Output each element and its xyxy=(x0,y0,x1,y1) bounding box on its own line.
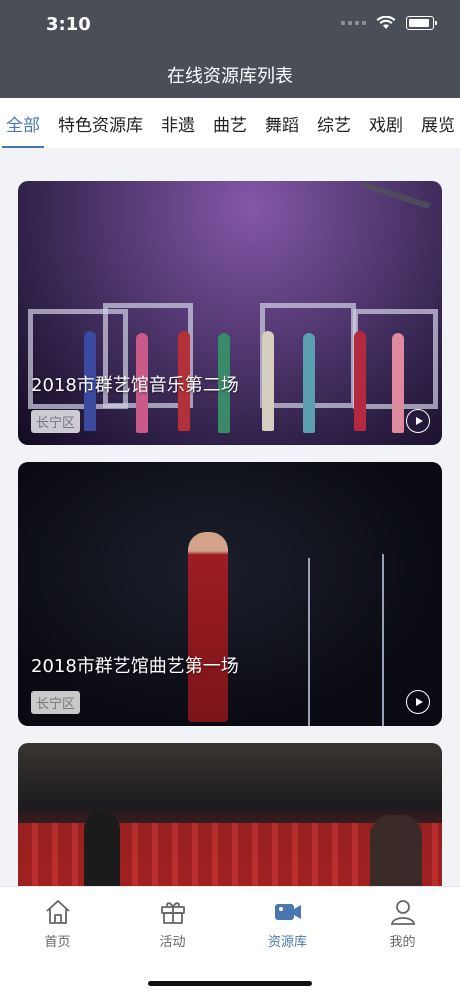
nav-resource-library-label: 资源库 xyxy=(267,935,307,950)
tab-intangible-heritage[interactable]: 非遗 xyxy=(161,111,195,136)
nav-home-label: 首页 xyxy=(44,935,71,950)
bottom-nav: 首页 活动 资源库 我的 xyxy=(0,886,460,961)
wifi-icon xyxy=(376,16,396,29)
card-title: 2018市群艺馆曲艺第一场 xyxy=(31,656,239,677)
home-icon xyxy=(45,900,70,924)
gift-icon xyxy=(160,902,185,924)
home-indicator xyxy=(148,981,312,986)
signal-icon xyxy=(341,21,366,25)
performer-figure xyxy=(262,331,274,431)
nav-profile-label: 我的 xyxy=(389,935,416,950)
app-header: 3:10 在线资源库列表 xyxy=(0,0,460,98)
home-indicator-area xyxy=(0,960,460,996)
play-icon[interactable] xyxy=(406,409,430,433)
status-time: 3:10 xyxy=(46,14,91,35)
tab-dance[interactable]: 舞蹈 xyxy=(265,111,299,136)
performer-figure xyxy=(354,331,366,431)
tab-featured-library[interactable]: 特色资源库 xyxy=(58,111,143,136)
stage-crane-decoration xyxy=(343,181,431,267)
status-icons xyxy=(341,16,437,30)
mic-stand-decoration xyxy=(308,558,310,726)
page-title: 在线资源库列表 xyxy=(167,66,293,87)
mic-stand-decoration xyxy=(382,554,384,726)
video-camera-icon xyxy=(274,904,301,920)
nav-activities-label: 活动 xyxy=(159,935,186,950)
resource-card[interactable]: 2018市群艺馆音乐第二场 长宁区 xyxy=(18,181,442,445)
resource-card[interactable]: 2018市群艺馆曲艺第一场 长宁区 xyxy=(18,462,442,726)
nav-profile[interactable]: 我的 xyxy=(345,887,460,961)
play-icon[interactable] xyxy=(406,690,430,714)
card-title: 2018市群艺馆音乐第二场 xyxy=(31,375,239,396)
user-icon xyxy=(390,900,415,925)
performer-figure xyxy=(392,333,404,433)
district-tag: 长宁区 xyxy=(31,410,81,433)
tab-exhibition[interactable]: 展览 xyxy=(421,111,455,136)
tab-drama[interactable]: 戏剧 xyxy=(369,111,403,136)
performer-figure xyxy=(303,333,315,433)
battery-icon xyxy=(406,16,437,30)
tab-all[interactable]: 全部 xyxy=(2,111,44,148)
resource-card[interactable] xyxy=(18,743,442,903)
nav-activities[interactable]: 活动 xyxy=(115,887,230,961)
nav-home[interactable]: 首页 xyxy=(0,887,115,961)
tab-variety[interactable]: 综艺 xyxy=(317,111,351,136)
tab-quyi[interactable]: 曲艺 xyxy=(213,111,247,136)
nav-resource-library[interactable]: 资源库 xyxy=(230,887,345,961)
category-tabs: 全部 特色资源库 非遗 曲艺 舞蹈 综艺 戏剧 展览 xyxy=(0,98,460,148)
performer-figure xyxy=(188,532,228,722)
district-tag: 长宁区 xyxy=(31,691,81,714)
